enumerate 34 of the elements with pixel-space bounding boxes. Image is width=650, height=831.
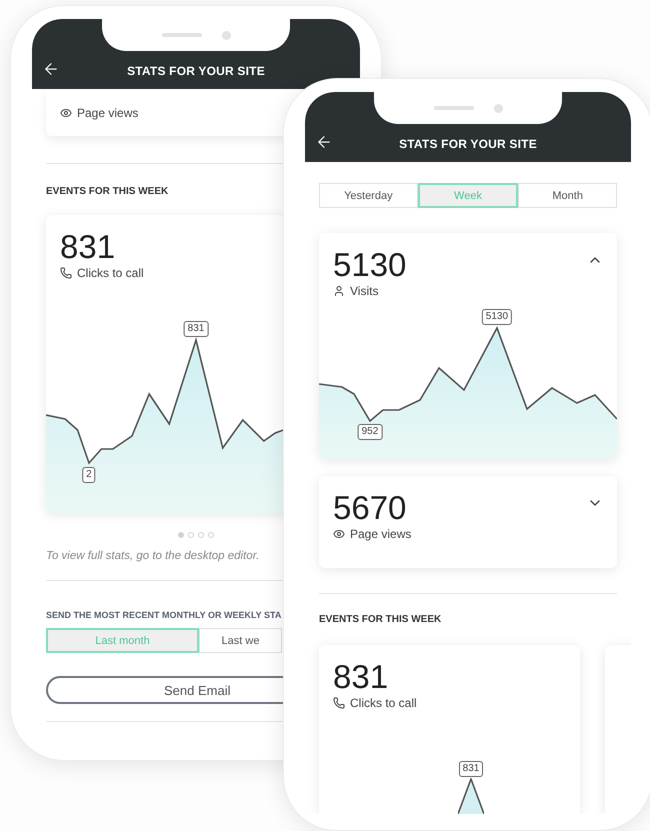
period-option[interactable]: Last we bbox=[199, 628, 282, 653]
stat-label: Visits bbox=[350, 284, 378, 298]
stat-label: Page views bbox=[77, 106, 138, 120]
eye-icon bbox=[60, 106, 72, 118]
section-heading: EVENTS FOR THIS WEEK bbox=[46, 186, 170, 197]
period-tab[interactable]: Month bbox=[518, 183, 618, 208]
stat-value: 5670 bbox=[333, 489, 406, 527]
chart-label: 2 bbox=[82, 467, 96, 483]
screen-title: STATS FOR YOUR SITE bbox=[398, 137, 538, 151]
pager-dot[interactable] bbox=[208, 532, 214, 538]
phone-icon bbox=[60, 267, 72, 279]
stat-value: 831 bbox=[60, 228, 116, 266]
screen-title: STATS FOR YOUR SITE bbox=[126, 64, 266, 78]
pager-dot[interactable] bbox=[198, 532, 204, 538]
stat-label: Clicks to call bbox=[350, 696, 417, 710]
hint-text: To view full stats, go to the desktop editor. bbox=[46, 550, 260, 562]
stat-value: 5130 bbox=[333, 246, 406, 284]
period-tab[interactable]: Yesterday bbox=[319, 183, 418, 208]
chart-label: 831 bbox=[184, 321, 208, 337]
stat-label: Clicks to call bbox=[77, 266, 144, 280]
chart-label: 952 bbox=[358, 424, 382, 440]
stat-label: Page views bbox=[350, 527, 412, 541]
camera-icon bbox=[494, 104, 502, 112]
area-chart-drawing bbox=[458, 778, 484, 814]
stat-value: 831 bbox=[333, 658, 388, 696]
chart-label: 5130 bbox=[482, 309, 512, 325]
camera-icon bbox=[222, 30, 230, 40]
chart-label: 831 bbox=[458, 761, 484, 777]
phone-icon bbox=[333, 697, 345, 709]
pager-dot[interactable] bbox=[178, 532, 184, 538]
section-heading: EVENTS FOR THIS WEEK bbox=[319, 614, 442, 625]
person-icon bbox=[333, 285, 345, 297]
eye-icon bbox=[333, 528, 345, 540]
pager-dot[interactable] bbox=[188, 532, 194, 538]
